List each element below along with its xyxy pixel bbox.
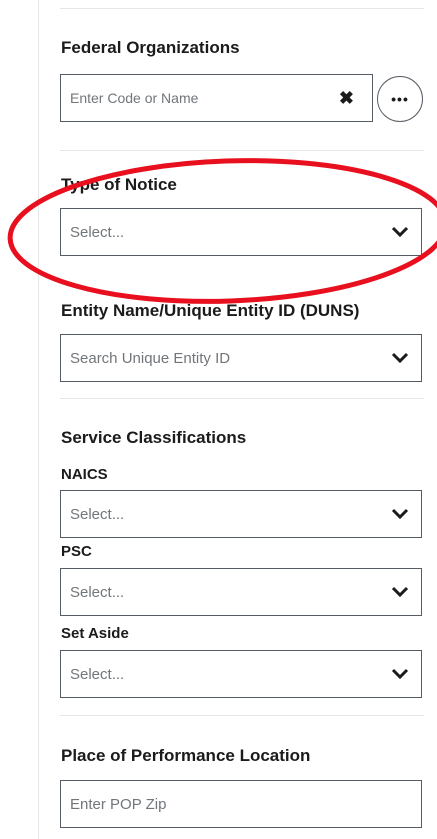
entity-label: Entity Name/Unique Entity ID (DUNS) xyxy=(61,301,360,320)
set-aside-select[interactable]: Select... xyxy=(60,650,422,698)
set-aside-label: Set Aside xyxy=(61,625,129,642)
chevron-down-icon xyxy=(391,586,409,598)
chevron-down-icon xyxy=(391,226,409,238)
psc-label: PSC xyxy=(61,543,92,560)
chevron-down-icon xyxy=(391,668,409,680)
federal-organizations-placeholder: Enter Code or Name xyxy=(70,90,199,106)
ellipsis-icon: ••• xyxy=(391,91,409,107)
federal-organizations-label: Federal Organizations xyxy=(61,38,240,57)
section-divider xyxy=(60,8,424,9)
service-classifications-heading: Service Classifications xyxy=(61,428,247,447)
psc-placeholder: Select... xyxy=(70,583,125,601)
entity-search-select[interactable]: Search Unique Entity ID xyxy=(60,334,422,382)
clear-icon[interactable]: ✖ xyxy=(339,88,360,109)
annotation-ellipse xyxy=(7,158,437,304)
naics-placeholder: Select... xyxy=(70,505,125,523)
chevron-down-icon xyxy=(391,508,409,520)
type-of-notice-placeholder: Select... xyxy=(70,223,125,241)
psc-select[interactable]: Select... xyxy=(60,568,422,616)
type-of-notice-select[interactable]: Select... xyxy=(60,208,422,256)
chevron-down-icon xyxy=(391,352,409,364)
entity-placeholder: Search Unique Entity ID xyxy=(70,349,231,367)
more-options-button[interactable]: ••• xyxy=(377,76,423,122)
pop-zip-input[interactable]: Enter POP Zip xyxy=(60,780,422,828)
section-divider xyxy=(60,150,424,151)
federal-organizations-input[interactable]: Enter Code or Name ✖ xyxy=(60,74,373,122)
pop-zip-placeholder: Enter POP Zip xyxy=(70,795,167,813)
set-aside-placeholder: Select... xyxy=(70,665,125,683)
section-divider xyxy=(60,715,424,716)
type-of-notice-label: Type of Notice xyxy=(61,175,177,194)
place-of-performance-label: Place of Performance Location xyxy=(61,746,311,765)
naics-label: NAICS xyxy=(61,466,108,483)
section-divider xyxy=(60,398,424,399)
naics-select[interactable]: Select... xyxy=(60,490,422,538)
left-divider xyxy=(38,0,39,839)
